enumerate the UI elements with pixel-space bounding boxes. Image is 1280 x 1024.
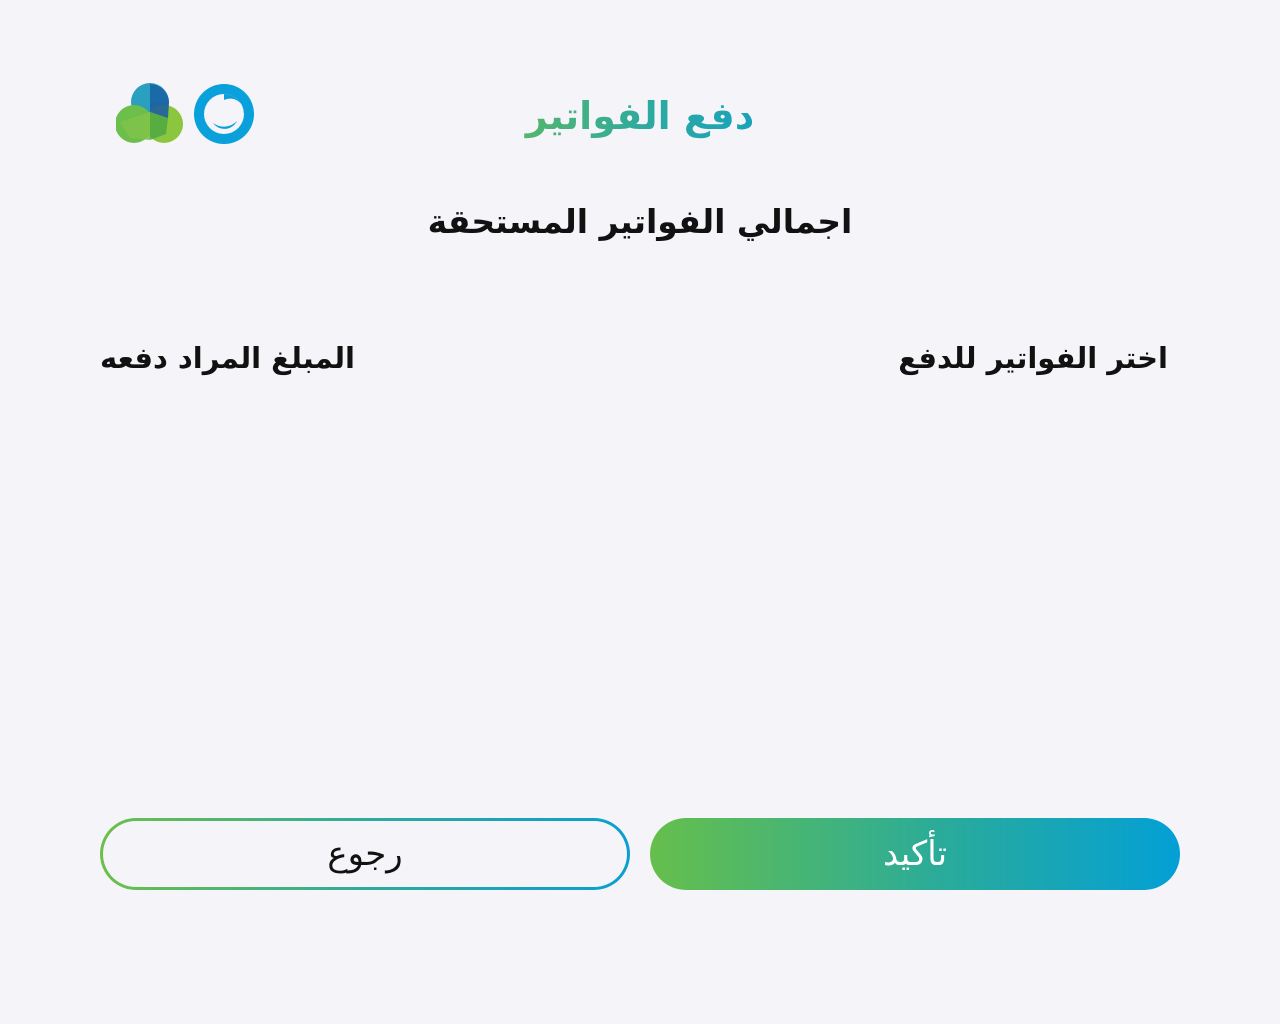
confirm-button-label: تأكيد (882, 834, 948, 874)
page-title: دفع الفواتير (440, 88, 840, 144)
back-button[interactable]: رجوع (100, 818, 630, 890)
back-button-inner: رجوع (103, 821, 627, 887)
select-invoices-label: اختر الفواتير للدفع (898, 341, 1168, 375)
total-due-invoices-heading: اجمالي الفواتير المستحقة (427, 202, 853, 241)
cluster-logo-icon (116, 83, 183, 143)
logo-group (116, 82, 258, 146)
amount-to-pay-label: المبلغ المراد دفعه (100, 341, 355, 375)
ring-logo-icon (194, 84, 254, 144)
confirm-button[interactable]: تأكيد (650, 818, 1180, 890)
back-button-label: رجوع (327, 834, 403, 874)
